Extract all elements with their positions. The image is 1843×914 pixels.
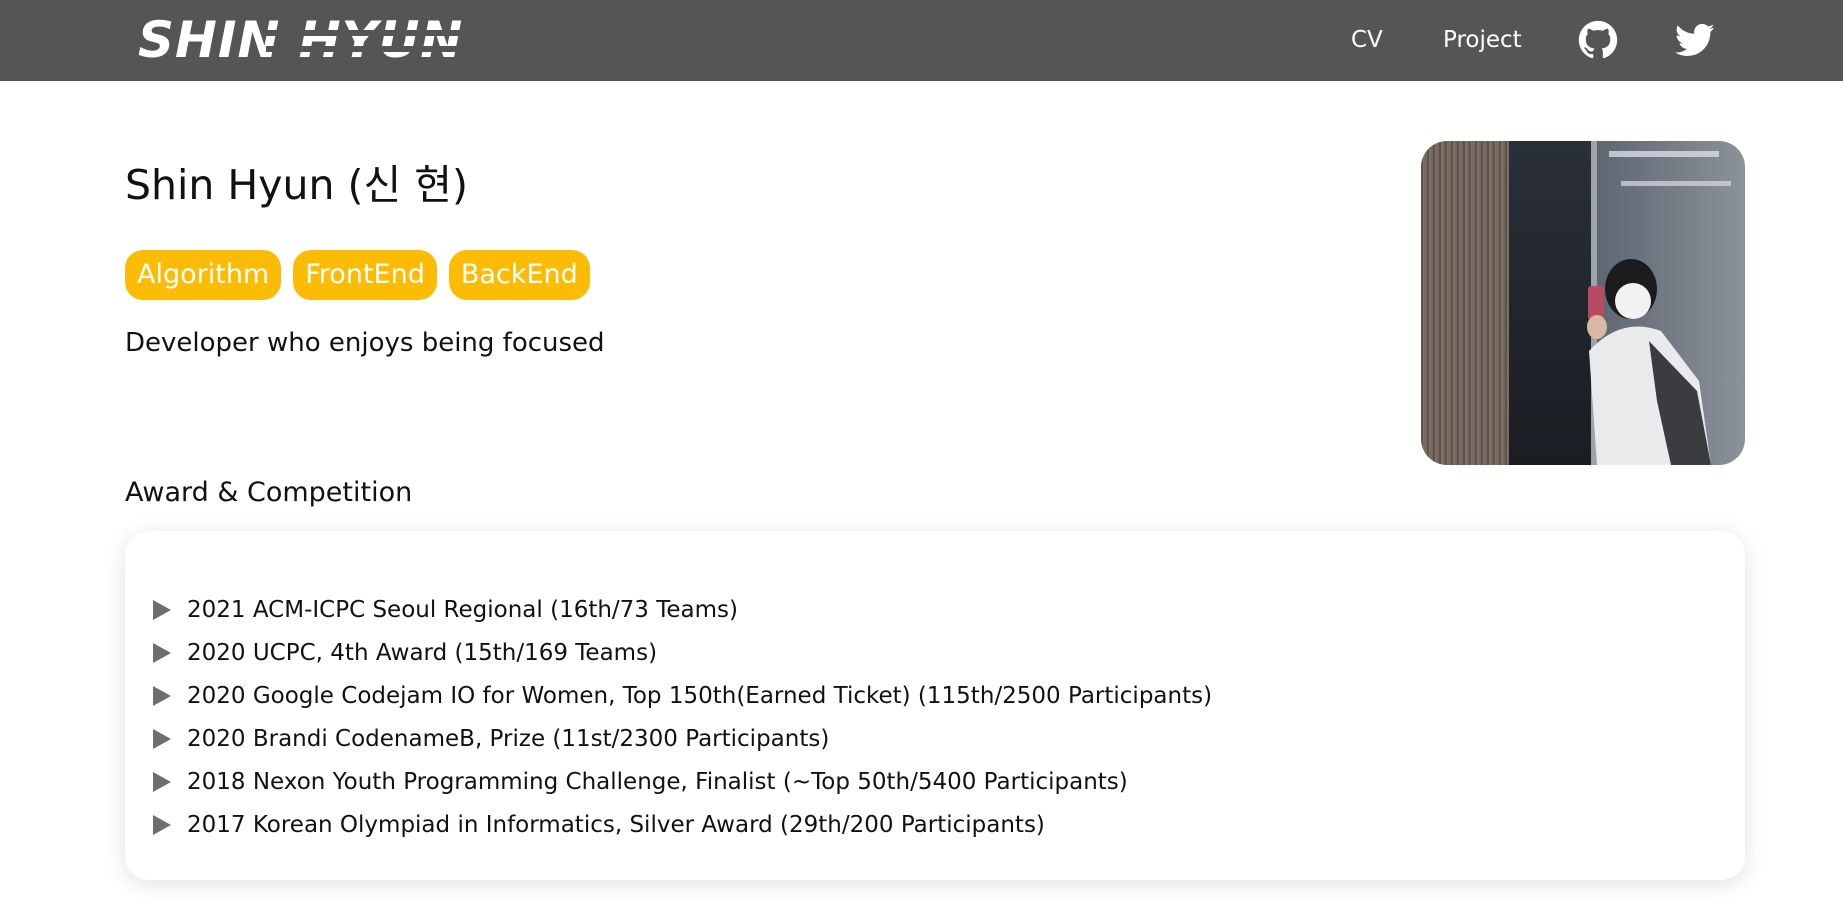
skill-tags: Algorithm FrontEnd BackEnd [125, 250, 590, 300]
profile-photo [1421, 141, 1745, 465]
tag-backend: BackEnd [448, 250, 590, 300]
logo-text: SHIN HYUN [138, 11, 464, 69]
award-item[interactable]: 2021 ACM-ICPC Seoul Regional (16th/73 Te… [153, 588, 1212, 631]
profile-photo-image [1421, 141, 1745, 465]
award-item[interactable]: 2020 Google Codejam IO for Women, Top 15… [153, 674, 1212, 717]
nav-link-project[interactable]: Project [1443, 26, 1522, 54]
logo-stripe [266, 46, 556, 52]
triangle-right-icon [153, 814, 171, 835]
nav-link-cv[interactable]: CV [1351, 26, 1383, 54]
award-text: 2021 ACM-ICPC Seoul Regional (16th/73 Te… [187, 596, 739, 623]
triangle-right-icon [153, 599, 171, 620]
triangle-right-icon [153, 771, 171, 792]
tag-algorithm: Algorithm [125, 250, 282, 300]
award-item[interactable]: 2020 Brandi CodenameB, Prize (11st/2300 … [153, 717, 1212, 760]
tag-frontend: FrontEnd [293, 250, 437, 300]
github-icon[interactable] [1578, 20, 1618, 60]
award-text: 2020 UCPC, 4th Award (15th/169 Teams) [187, 639, 658, 666]
site-logo[interactable]: SHIN HYUN [138, 11, 556, 69]
award-item[interactable]: 2020 UCPC, 4th Award (15th/169 Teams) [153, 631, 1212, 674]
award-item[interactable]: 2018 Nexon Youth Programming Challenge, … [153, 760, 1212, 803]
top-navbar: SHIN HYUN CV Project [0, 0, 1843, 81]
triangle-right-icon [153, 728, 171, 749]
award-text: 2018 Nexon Youth Programming Challenge, … [187, 768, 1128, 795]
profile-name: Shin Hyun (신 현) [125, 161, 468, 209]
award-text: 2017 Korean Olympiad in Informatics, Sil… [187, 811, 1045, 838]
award-text: 2020 Brandi CodenameB, Prize (11st/2300 … [187, 725, 830, 752]
awards-list: 2021 ACM-ICPC Seoul Regional (16th/73 Te… [153, 588, 1212, 846]
logo-stripe [266, 30, 556, 36]
triangle-right-icon [153, 685, 171, 706]
profile-tagline: Developer who enjoys being focused [125, 328, 605, 358]
award-item[interactable]: 2017 Korean Olympiad in Informatics, Sil… [153, 803, 1212, 846]
awards-card: 2021 ACM-ICPC Seoul Regional (16th/73 Te… [125, 531, 1745, 880]
twitter-icon[interactable] [1675, 20, 1715, 60]
awards-section-title: Award & Competition [125, 477, 413, 508]
triangle-right-icon [153, 642, 171, 663]
award-text: 2020 Google Codejam IO for Women, Top 15… [187, 682, 1213, 709]
